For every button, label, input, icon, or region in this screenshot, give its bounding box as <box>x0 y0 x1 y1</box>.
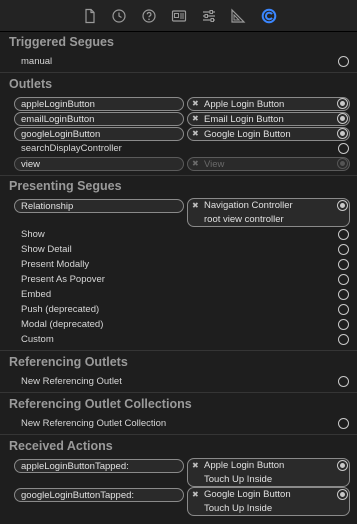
new-referencing-outlet-connector[interactable] <box>338 376 349 387</box>
divider <box>0 72 357 73</box>
segue-target-label: Navigation Controller <box>204 200 293 211</box>
action-google-login-button-tapped[interactable]: googleLoginButtonTapped: <box>14 488 184 502</box>
outlet-view-target[interactable]: ✖ View <box>187 157 350 171</box>
outlet-label: emailLoginButton <box>21 114 95 125</box>
close-icon[interactable]: ✖ <box>192 114 199 123</box>
segue-push: Push (deprecated) <box>21 304 100 315</box>
action-google-target[interactable]: ✖ Google Login Button Touch Up Inside <box>187 487 350 516</box>
action-connector[interactable] <box>337 460 348 471</box>
new-referencing-outlet: New Referencing Outlet <box>21 376 122 387</box>
action-label: appleLoginButtonTapped: <box>21 461 129 472</box>
new-referencing-outlet-collection-connector[interactable] <box>338 418 349 429</box>
outlet-search-display-controller: searchDisplayController <box>21 143 122 154</box>
segue-manual-connector[interactable] <box>338 56 349 67</box>
action-target-label: Apple Login Button <box>204 460 285 471</box>
close-icon[interactable]: ✖ <box>192 461 199 470</box>
segue-present-as-popover: Present As Popover <box>21 274 105 285</box>
inspector-toolbar <box>0 0 357 32</box>
outlet-search-connector[interactable] <box>338 143 349 154</box>
close-icon[interactable]: ✖ <box>192 201 199 210</box>
outlet-google-target[interactable]: ✖ Google Login Button <box>187 127 350 141</box>
outlet-connector[interactable] <box>337 128 348 139</box>
outlet-connector[interactable] <box>337 113 348 124</box>
segue-show-detail-connector[interactable] <box>338 244 349 255</box>
segue-connector[interactable] <box>337 200 348 211</box>
action-apple-login-button-tapped[interactable]: appleLoginButtonTapped: <box>14 459 184 473</box>
identity-card-icon[interactable] <box>171 8 187 24</box>
segue-embed-connector[interactable] <box>338 289 349 300</box>
close-icon[interactable]: ✖ <box>192 99 199 108</box>
action-target-label: Google Login Button <box>204 489 291 500</box>
segue-embed: Embed <box>21 289 52 300</box>
segue-present-as-popover-connector[interactable] <box>338 274 349 285</box>
outlet-connector[interactable] <box>337 158 348 169</box>
section-title-referencing-outlet-collections: Referencing Outlet Collections <box>9 397 192 411</box>
segue-manual-label: manual <box>21 56 53 67</box>
segue-modal-connector[interactable] <box>338 319 349 330</box>
outlet-apple-target[interactable]: ✖ Apple Login Button <box>187 97 350 111</box>
segue-relationship-target[interactable]: ✖ Navigation Controller root view contro… <box>187 198 350 227</box>
segue-show-connector[interactable] <box>338 229 349 240</box>
segue-show-detail: Show Detail <box>21 244 72 255</box>
outlet-connector[interactable] <box>337 98 348 109</box>
connections-icon[interactable] <box>261 8 277 24</box>
action-target-event: Touch Up Inside <box>204 474 273 485</box>
file-icon[interactable] <box>82 8 98 24</box>
ruler-icon[interactable] <box>230 8 246 24</box>
section-title-presenting-segues: Presenting Segues <box>9 179 122 193</box>
sliders-icon[interactable] <box>201 8 217 24</box>
outlet-target-label: View <box>204 159 225 170</box>
close-icon[interactable]: ✖ <box>192 159 199 168</box>
outlet-target-label: Google Login Button <box>204 129 291 140</box>
action-label: googleLoginButtonTapped: <box>21 490 135 501</box>
segue-present-modally: Present Modally <box>21 259 90 270</box>
outlet-apple-login-button[interactable]: appleLoginButton <box>14 97 184 111</box>
segue-label: Relationship <box>21 201 74 212</box>
clock-icon[interactable] <box>111 8 127 24</box>
outlet-target-label: Email Login Button <box>204 114 284 125</box>
outlet-label: googleLoginButton <box>21 129 101 140</box>
outlet-google-login-button[interactable]: googleLoginButton <box>14 127 184 141</box>
divider <box>0 392 357 393</box>
divider <box>0 350 357 351</box>
help-icon[interactable] <box>141 8 157 24</box>
close-icon[interactable]: ✖ <box>192 129 199 138</box>
outlet-label: appleLoginButton <box>21 99 95 110</box>
outlet-view[interactable]: view <box>14 157 184 171</box>
divider <box>0 434 357 435</box>
close-icon[interactable]: ✖ <box>192 490 199 499</box>
action-apple-target[interactable]: ✖ Apple Login Button Touch Up Inside <box>187 458 350 487</box>
section-title-received-actions: Received Actions <box>9 439 113 453</box>
outlet-email-login-button[interactable]: emailLoginButton <box>14 112 184 126</box>
section-title-referencing-outlets: Referencing Outlets <box>9 355 128 369</box>
segue-custom: Custom <box>21 334 54 345</box>
new-referencing-outlet-collection: New Referencing Outlet Collection <box>21 418 167 429</box>
action-connector[interactable] <box>337 489 348 500</box>
section-title-triggered-segues: Triggered Segues <box>9 35 114 49</box>
segue-custom-connector[interactable] <box>338 334 349 345</box>
segue-present-modally-connector[interactable] <box>338 259 349 270</box>
segue-modal: Modal (deprecated) <box>21 319 104 330</box>
divider <box>0 175 357 176</box>
section-title-outlets: Outlets <box>9 77 53 91</box>
outlet-target-label: Apple Login Button <box>204 99 285 110</box>
segue-target-sublabel: root view controller <box>204 214 284 225</box>
segue-relationship[interactable]: Relationship <box>14 199 184 213</box>
segue-push-connector[interactable] <box>338 304 349 315</box>
action-target-event: Touch Up Inside <box>204 503 273 514</box>
outlet-label: view <box>21 159 41 170</box>
segue-show: Show <box>21 229 45 240</box>
outlet-email-target[interactable]: ✖ Email Login Button <box>187 112 350 126</box>
